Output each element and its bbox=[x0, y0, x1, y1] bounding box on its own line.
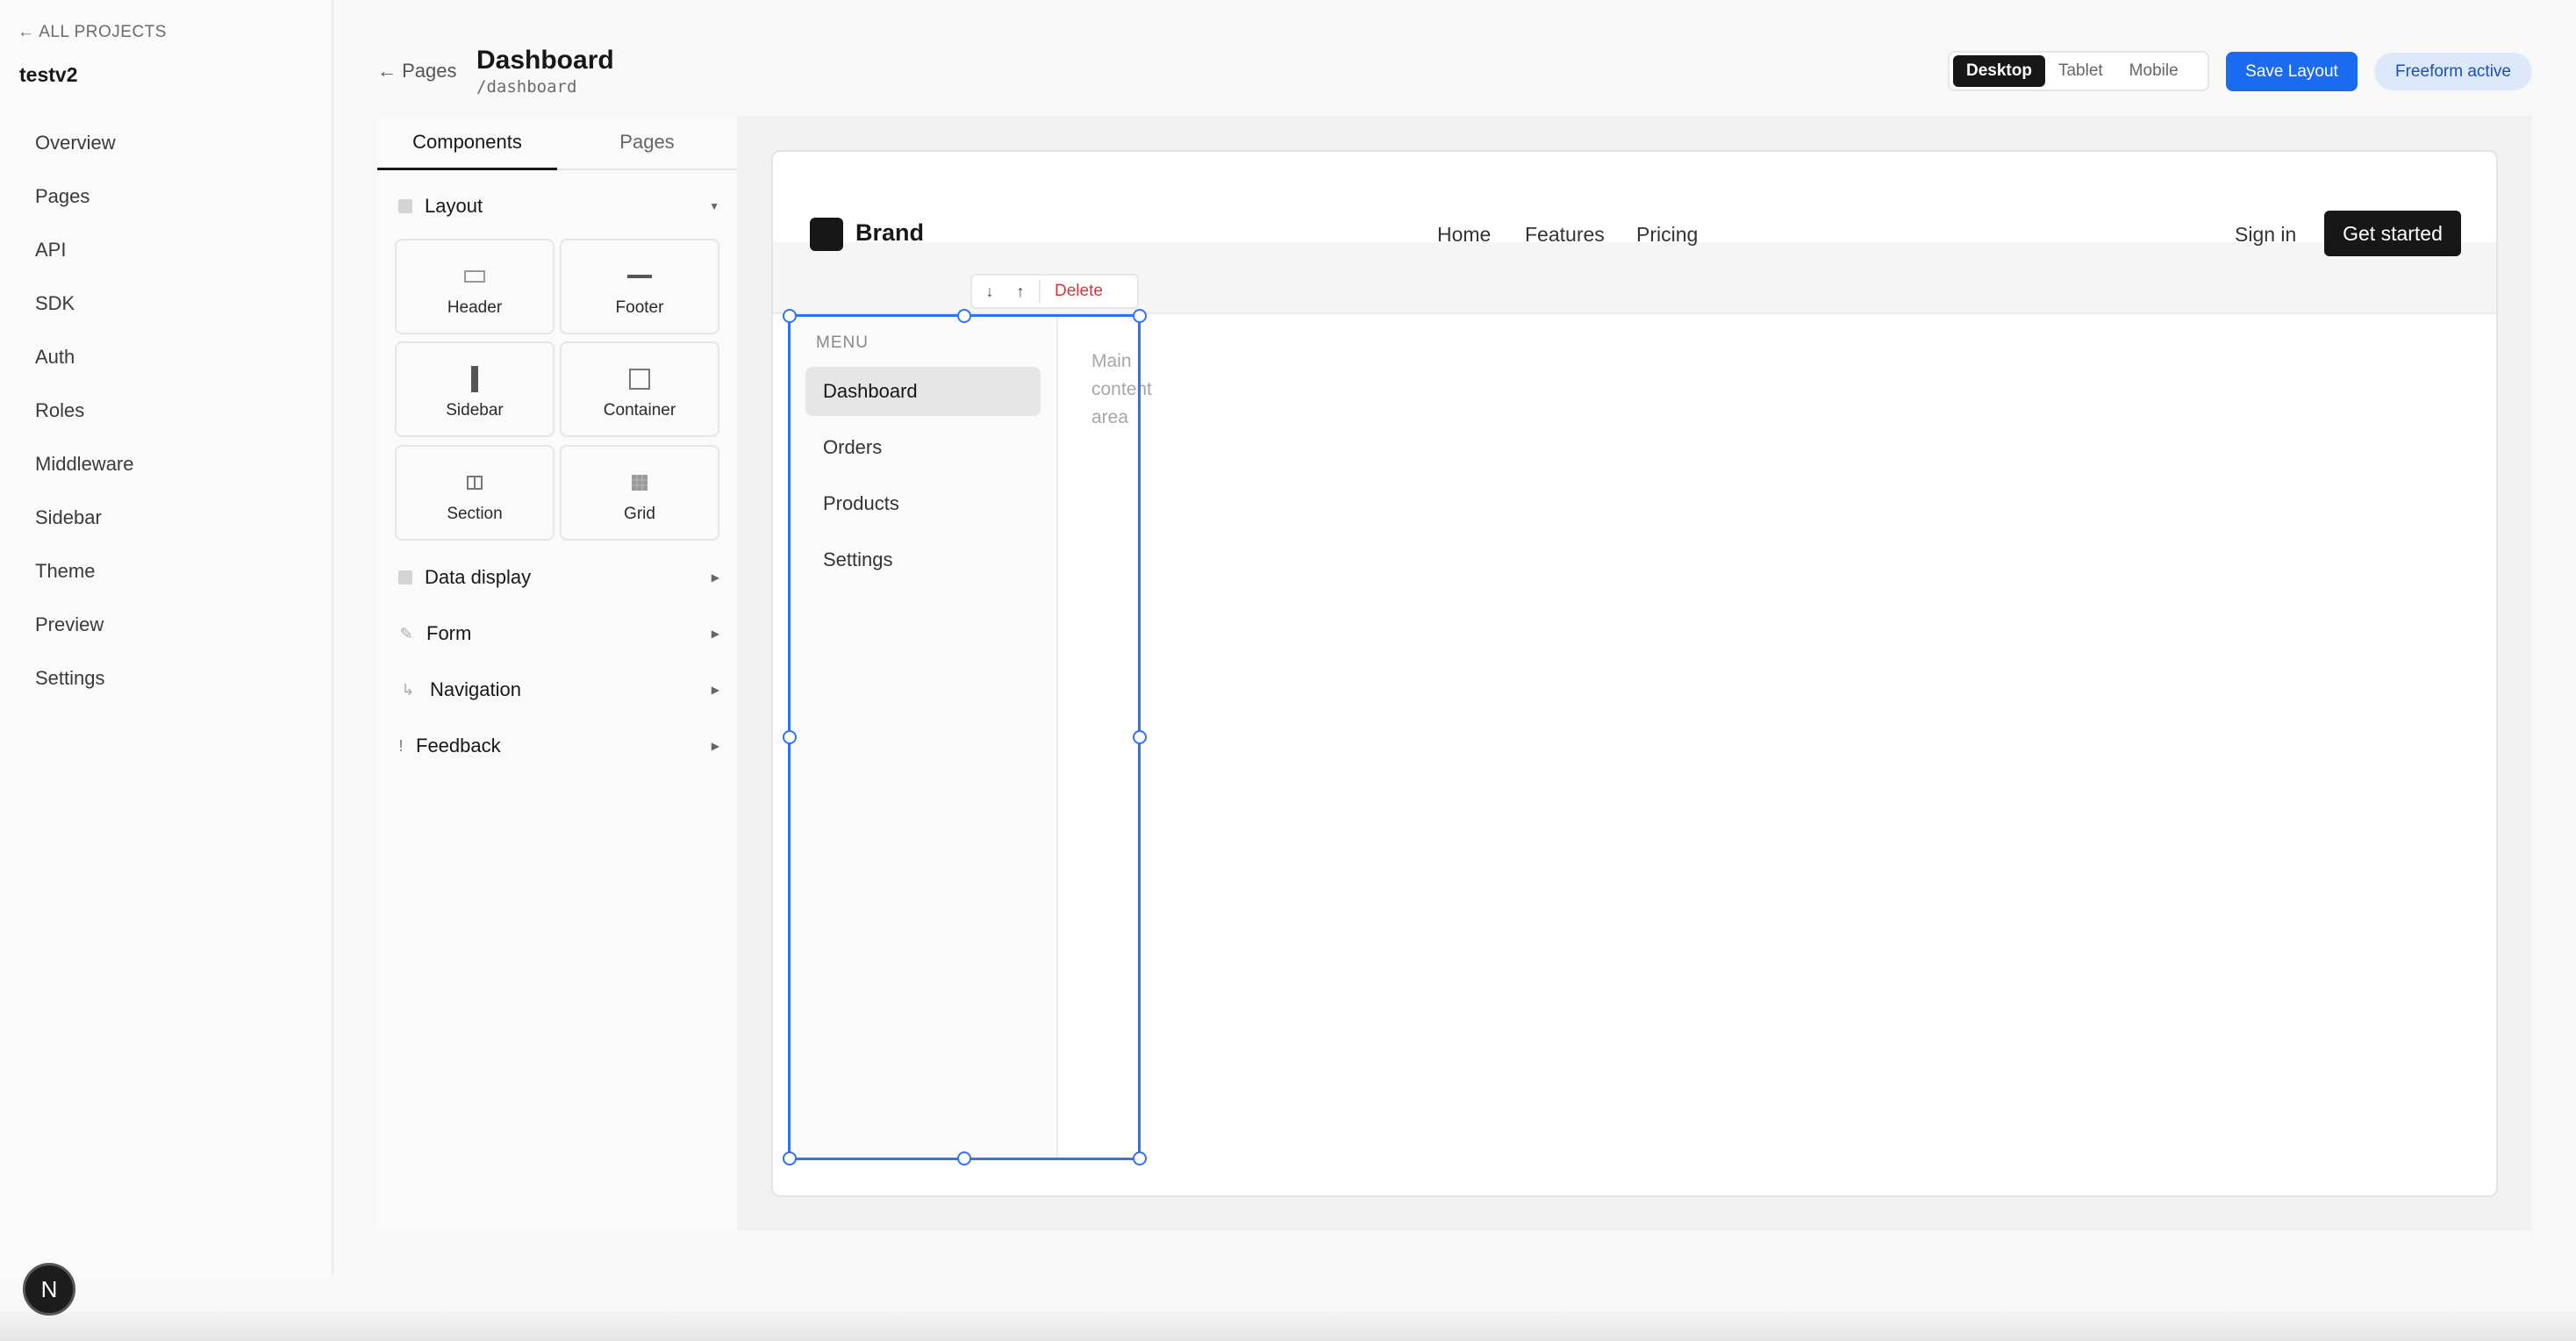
component-panel: Components Pages Layout ▼ Header Footer … bbox=[377, 116, 737, 1230]
component-card-label: Section bbox=[447, 505, 503, 523]
component-card-footer[interactable]: Footer bbox=[560, 239, 719, 334]
square-icon bbox=[398, 199, 412, 213]
category-data-display[interactable]: Data display ▶ bbox=[398, 560, 719, 595]
project-nav-item-overview[interactable]: Overview bbox=[35, 123, 134, 176]
site-nav-link-pricing[interactable]: Pricing bbox=[1636, 223, 1698, 247]
resize-handle-top-right[interactable] bbox=[1133, 309, 1147, 323]
component-card-sidebar[interactable]: Sidebar bbox=[395, 341, 555, 437]
component-card-label: Header bbox=[447, 298, 503, 317]
component-card-header[interactable]: Header bbox=[395, 239, 555, 334]
resize-handle-bottom-left[interactable] bbox=[783, 1151, 797, 1165]
component-card-label: Footer bbox=[615, 298, 664, 317]
device-option-mobile[interactable]: Mobile bbox=[2116, 55, 2192, 87]
container-icon bbox=[562, 366, 718, 392]
chevron-right-icon: ▶ bbox=[711, 684, 719, 696]
delete-button[interactable]: Delete bbox=[1055, 282, 1103, 301]
category-label: Form bbox=[426, 622, 472, 644]
component-card-label: Container bbox=[603, 401, 676, 420]
get-started-button[interactable]: Get started bbox=[2324, 211, 2461, 256]
device-option-desktop[interactable]: Desktop bbox=[1953, 55, 2045, 87]
bottom-edge bbox=[0, 1312, 2576, 1341]
category-label: Data display bbox=[425, 566, 532, 588]
toolbar-divider bbox=[1039, 280, 1041, 303]
project-nav-item-middleware[interactable]: Middleware bbox=[35, 444, 134, 498]
brand-logo-icon bbox=[810, 218, 843, 251]
resize-handle-bottom-right[interactable] bbox=[1133, 1151, 1147, 1165]
project-nav-item-theme[interactable]: Theme bbox=[35, 551, 134, 605]
component-card-container[interactable]: Container bbox=[560, 341, 719, 437]
arrow-up-icon[interactable]: ↑ bbox=[1007, 283, 1034, 301]
tab-pages[interactable]: Pages bbox=[557, 116, 737, 170]
exclamation-icon: ! bbox=[398, 736, 404, 755]
all-projects-link[interactable]: ← ALL PROJECTS bbox=[18, 23, 167, 42]
resize-handle-left[interactable] bbox=[783, 730, 797, 744]
project-nav-item-sdk[interactable]: SDK bbox=[35, 283, 134, 337]
project-nav-item-preview[interactable]: Preview bbox=[35, 605, 134, 658]
sign-in-link[interactable]: Sign in bbox=[2235, 223, 2296, 247]
site-nav-link-features[interactable]: Features bbox=[1525, 223, 1605, 247]
project-nav-item-sidebar[interactable]: Sidebar bbox=[35, 498, 134, 551]
page-title: Dashboard bbox=[476, 46, 614, 75]
project-nav-item-auth[interactable]: Auth bbox=[35, 337, 134, 391]
category-navigation[interactable]: ↳ Navigation ▶ bbox=[398, 672, 719, 707]
category-layout[interactable]: Layout ▼ bbox=[398, 189, 719, 224]
selection-toolbar: ↓ ↑ Delete bbox=[970, 274, 1139, 309]
site-nav-link-home[interactable]: Home bbox=[1437, 223, 1491, 247]
save-layout-button[interactable]: Save Layout bbox=[2226, 52, 2358, 91]
project-nav-item-settings[interactable]: Settings bbox=[35, 658, 134, 712]
resize-handle-top-left[interactable] bbox=[783, 309, 797, 323]
component-card-label: Sidebar bbox=[446, 401, 504, 420]
page-route: /dashboard bbox=[476, 77, 577, 97]
chevron-down-icon: ▼ bbox=[709, 200, 719, 212]
project-nav: Overview Pages API SDK Auth Roles Middle… bbox=[35, 123, 134, 712]
device-toggle: Desktop Tablet Mobile bbox=[1948, 51, 2209, 91]
category-label: Layout bbox=[425, 195, 483, 217]
resize-handle-right[interactable] bbox=[1133, 730, 1147, 744]
category-label: Feedback bbox=[416, 735, 501, 757]
arrow-down-icon[interactable]: ↓ bbox=[972, 283, 1007, 301]
section-icon bbox=[397, 470, 553, 496]
footer-icon bbox=[562, 263, 718, 290]
avatar[interactable]: N bbox=[23, 1263, 75, 1316]
device-option-tablet[interactable]: Tablet bbox=[2045, 55, 2116, 87]
resize-handle-bottom[interactable] bbox=[957, 1151, 971, 1165]
brand-name: Brand bbox=[855, 219, 925, 246]
component-card-label: Grid bbox=[624, 505, 655, 523]
panel-tabs: Components Pages bbox=[377, 116, 737, 170]
project-nav-item-api[interactable]: API bbox=[35, 230, 134, 283]
project-nav-item-pages[interactable]: Pages bbox=[35, 176, 134, 230]
category-feedback[interactable]: ! Feedback ▶ bbox=[398, 728, 719, 764]
category-form[interactable]: ✎ Form ▶ bbox=[398, 616, 719, 651]
project-sidebar: ← ALL PROJECTS testv2 Overview Pages API… bbox=[0, 0, 333, 1276]
square-icon bbox=[398, 570, 412, 584]
corner-arrow-icon: ↳ bbox=[401, 680, 415, 699]
component-card-section[interactable]: Section bbox=[395, 445, 555, 541]
category-label: Navigation bbox=[430, 678, 521, 700]
grid-icon bbox=[562, 470, 718, 496]
component-card-grid[interactable]: Grid bbox=[560, 445, 719, 541]
selection-outline[interactable] bbox=[788, 314, 1141, 1160]
chevron-right-icon: ▶ bbox=[711, 571, 719, 584]
tab-components[interactable]: Components bbox=[377, 116, 557, 170]
project-name: testv2 bbox=[19, 63, 78, 86]
sidebar-icon bbox=[397, 366, 553, 392]
freeform-status-badge: Freeform active bbox=[2374, 53, 2532, 90]
chevron-right-icon: ▶ bbox=[711, 627, 719, 640]
back-to-pages-link[interactable]: ← Pages bbox=[377, 60, 457, 82]
pencil-icon: ✎ bbox=[399, 624, 413, 642]
project-nav-item-roles[interactable]: Roles bbox=[35, 391, 134, 444]
header-icon bbox=[397, 263, 553, 290]
resize-handle-top[interactable] bbox=[957, 309, 971, 323]
chevron-right-icon: ▶ bbox=[711, 740, 719, 752]
